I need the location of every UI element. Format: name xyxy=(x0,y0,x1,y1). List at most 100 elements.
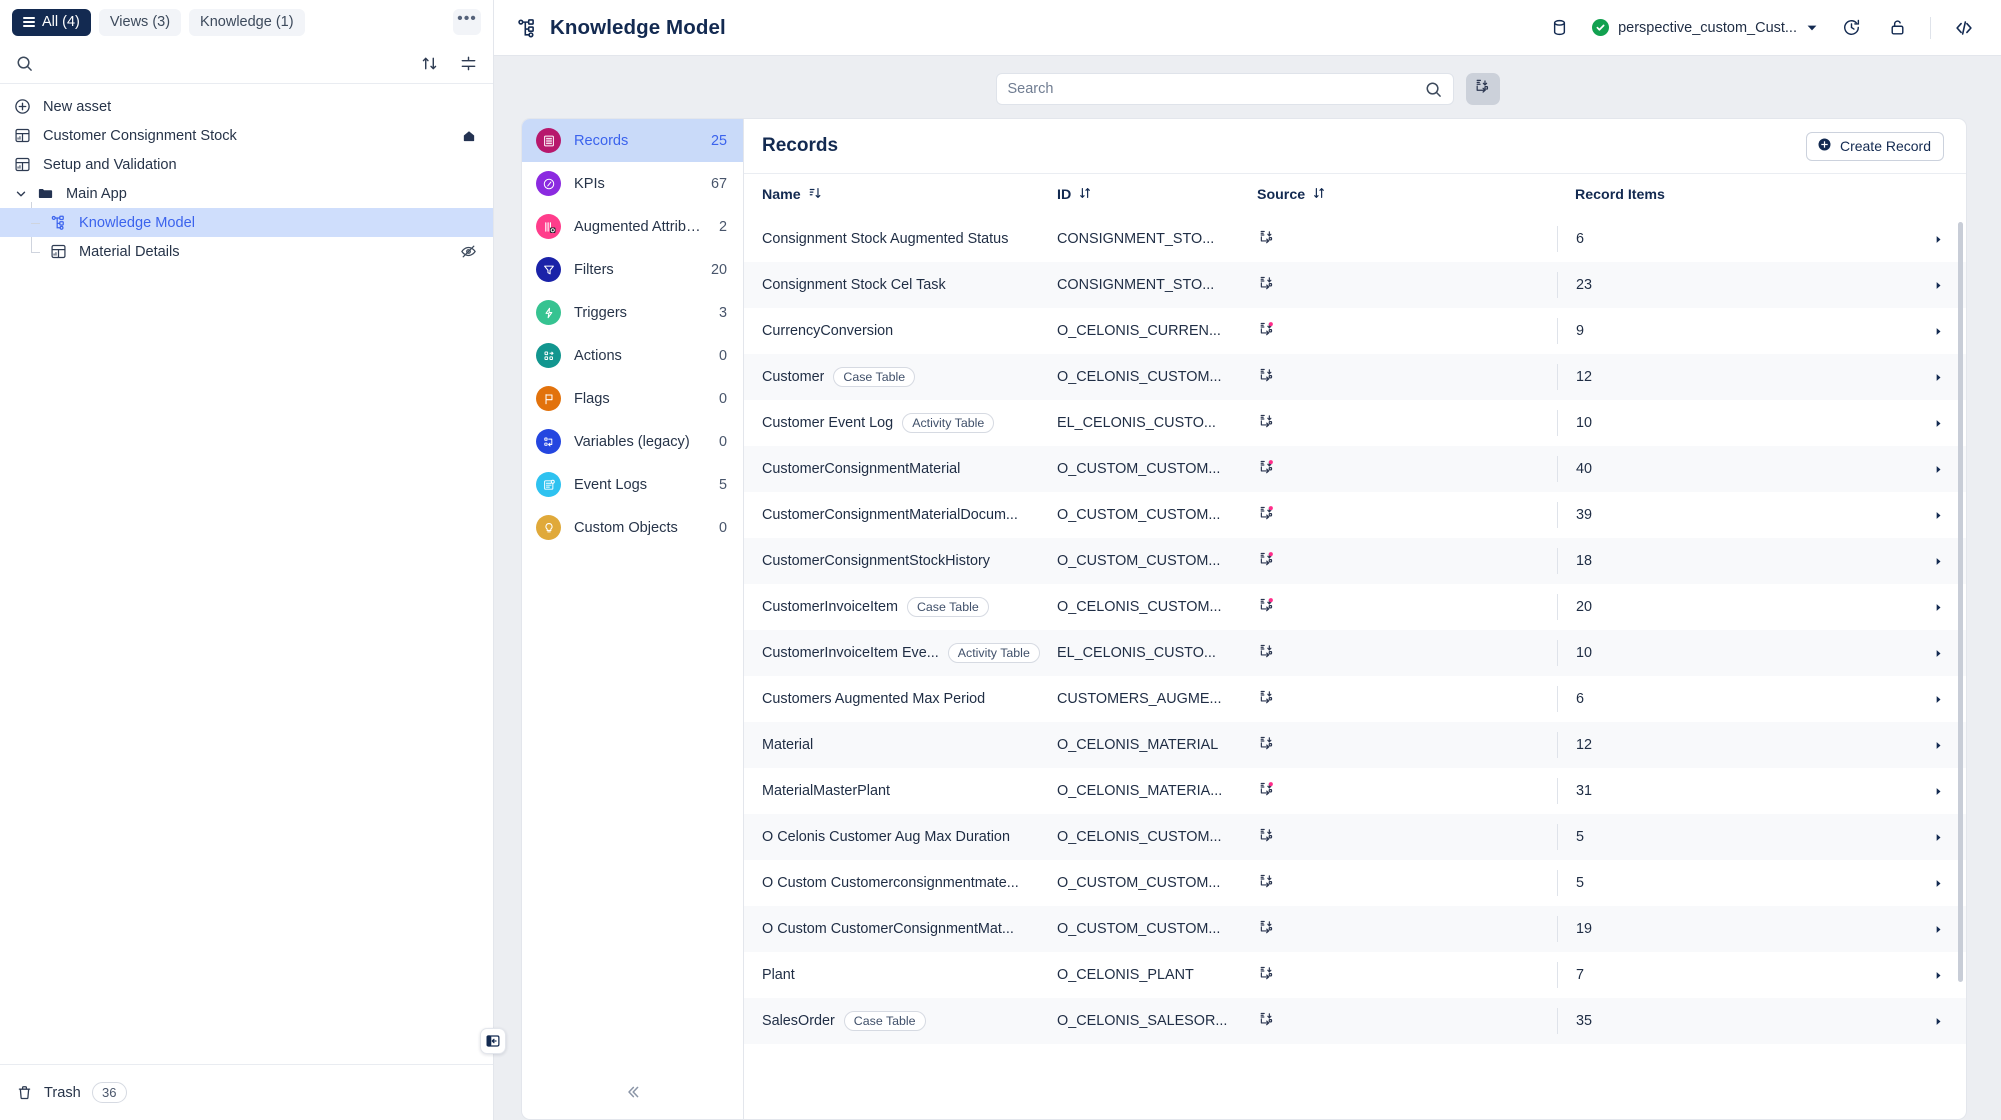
column-source[interactable]: Source xyxy=(1257,186,1557,204)
column-id[interactable]: ID xyxy=(1057,186,1257,204)
table-row[interactable]: CustomerConsignmentMaterial O_CUSTOM_CUS… xyxy=(744,446,1966,492)
category-flags[interactable]: Flags 0 xyxy=(522,377,743,420)
category-triggers[interactable]: Triggers 3 xyxy=(522,291,743,334)
sidebar-item-material-details[interactable]: Material Details xyxy=(0,237,493,266)
category-kpis[interactable]: KPIs 67 xyxy=(522,162,743,205)
search-input[interactable] xyxy=(1007,81,1425,97)
trash-label: Trash xyxy=(44,1084,81,1101)
tab-views[interactable]: Views (3) xyxy=(98,8,182,36)
category-label: Flags xyxy=(574,390,610,407)
sidebar-more-button[interactable]: ••• xyxy=(453,9,481,35)
table-row[interactable]: O Custom CustomerConsignmentMat... O_CUS… xyxy=(744,906,1966,952)
table-row[interactable]: Customer Case Table O_CELONIS_CUSTOM... … xyxy=(744,354,1966,400)
category-variables-legacy[interactable]: Variables (legacy) 0 xyxy=(522,420,743,463)
cell-name: Customers Augmented Max Period xyxy=(762,691,1057,707)
column-record-items: Record Items xyxy=(1557,187,1922,203)
row-expand-icon[interactable] xyxy=(1922,510,1944,521)
table-row[interactable]: Customer Event Log Activity Table EL_CEL… xyxy=(744,400,1966,446)
table-row[interactable]: Plant O_CELONIS_PLANT 7 xyxy=(744,952,1966,998)
row-expand-icon[interactable] xyxy=(1922,1016,1944,1027)
row-expand-icon[interactable] xyxy=(1922,372,1944,383)
category-label: Event Logs xyxy=(574,476,648,493)
row-expand-icon[interactable] xyxy=(1922,924,1944,935)
row-expand-icon[interactable] xyxy=(1922,694,1944,705)
table-body: Consignment Stock Augmented Status CONSI… xyxy=(744,216,1966,1097)
category-actions[interactable]: Actions 0 xyxy=(522,334,743,377)
sort-arrows-icon[interactable] xyxy=(421,55,438,72)
table-row[interactable]: CustomerInvoiceItem Eve... Activity Tabl… xyxy=(744,630,1966,676)
table-row[interactable]: O Celonis Customer Aug Max Duration O_CE… xyxy=(744,814,1966,860)
row-expand-icon[interactable] xyxy=(1922,326,1944,337)
table-row[interactable]: Consignment Stock Cel Task CONSIGNMENT_S… xyxy=(744,262,1966,308)
row-expand-icon[interactable] xyxy=(1922,786,1944,797)
perspective-selector[interactable]: perspective_custom_Cust... xyxy=(1588,19,1822,36)
row-expand-icon[interactable] xyxy=(1922,280,1944,291)
home-icon[interactable] xyxy=(461,128,477,144)
table-row[interactable]: CustomerConsignmentMaterialDocum... O_CU… xyxy=(744,492,1966,538)
sort-both-icon[interactable] xyxy=(1078,186,1092,204)
category-label: Augmented Attributes xyxy=(574,218,706,235)
category-event-logs[interactable]: Event Logs 5 xyxy=(522,463,743,506)
table-row[interactable]: CustomerConsignmentStockHistory O_CUSTOM… xyxy=(744,538,1966,584)
trash-item[interactable]: Trash 36 xyxy=(0,1064,493,1120)
tab-knowledge[interactable]: Knowledge (1) xyxy=(189,8,305,36)
sidebar-item-main-app[interactable]: Main App xyxy=(0,179,493,208)
sort-desc-icon[interactable] xyxy=(808,186,822,204)
row-expand-icon[interactable] xyxy=(1922,648,1944,659)
code-brackets-icon[interactable] xyxy=(1947,11,1981,45)
history-clock-icon[interactable] xyxy=(1834,11,1868,45)
row-expand-icon[interactable] xyxy=(1922,556,1944,567)
table-row[interactable]: Customers Augmented Max Period CUSTOMERS… xyxy=(744,676,1966,722)
table-row[interactable]: Material O_CELONIS_MATERIAL 12 xyxy=(744,722,1966,768)
sort-both-icon[interactable] xyxy=(1312,186,1326,204)
record-name: Plant xyxy=(762,967,795,983)
table-row[interactable]: MaterialMasterPlant O_CELONIS_MATERIA...… xyxy=(744,768,1966,814)
tab-all[interactable]: All (4) xyxy=(12,8,91,36)
vertical-scrollbar[interactable] xyxy=(1958,222,1963,982)
filter-lines-icon[interactable] xyxy=(460,55,477,72)
unlock-icon[interactable] xyxy=(1880,11,1914,45)
search-box[interactable] xyxy=(995,73,1454,105)
sidebar-item-customer-consignment-stock[interactable]: Customer Consignment Stock xyxy=(0,121,493,150)
sidebar-item-knowledge-model[interactable]: Knowledge Model xyxy=(0,208,493,237)
hidden-eye-icon[interactable] xyxy=(460,243,477,260)
row-expand-icon[interactable] xyxy=(1922,464,1944,475)
cell-name: O Custom CustomerConsignmentMat... xyxy=(762,921,1057,937)
data-source-button[interactable] xyxy=(1465,73,1500,105)
category-custom-objects[interactable]: Custom Objects 0 xyxy=(522,506,743,549)
database-icon[interactable] xyxy=(1542,11,1576,45)
category-records[interactable]: Records 25 xyxy=(522,119,743,162)
table-link-icon xyxy=(1257,780,1276,803)
sidebar-item-setup-and-validation[interactable]: Setup and Validation xyxy=(0,150,493,179)
row-expand-icon[interactable] xyxy=(1922,234,1944,245)
row-expand-icon[interactable] xyxy=(1922,878,1944,889)
search-icon[interactable] xyxy=(16,55,33,72)
create-record-button[interactable]: Create Record xyxy=(1805,131,1944,161)
table-row[interactable]: CurrencyConversion O_CELONIS_CURREN... 9 xyxy=(744,308,1966,354)
row-expand-icon[interactable] xyxy=(1922,740,1944,751)
sidebar-item-new-asset[interactable]: New asset xyxy=(0,92,493,121)
toolbar-divider xyxy=(1930,16,1931,39)
cell-record-items: 31 xyxy=(1557,778,1922,804)
row-expand-icon[interactable] xyxy=(1922,832,1944,843)
row-expand-icon[interactable] xyxy=(1922,602,1944,613)
row-expand-icon[interactable] xyxy=(1922,418,1944,429)
table-link-icon xyxy=(1257,918,1276,941)
sidebar-collapse-button[interactable] xyxy=(480,1028,506,1054)
table-row[interactable]: CustomerInvoiceItem Case Table O_CELONIS… xyxy=(744,584,1966,630)
table-row[interactable]: Consignment Stock Augmented Status CONSI… xyxy=(744,216,1966,262)
category-label: Filters xyxy=(574,261,614,278)
category-filters[interactable]: Filters 20 xyxy=(522,248,743,291)
category-augmented-attributes[interactable]: Augmented Attributes 2 xyxy=(522,205,743,248)
view-grid-icon xyxy=(14,156,31,173)
table-link-icon xyxy=(1257,872,1276,895)
records-icon xyxy=(536,128,561,153)
table-row[interactable]: SalesOrder Case Table O_CELONIS_SALESOR.… xyxy=(744,998,1966,1044)
column-name[interactable]: Name xyxy=(762,186,1057,204)
table-row[interactable]: O Custom Customerconsignmentmate... O_CU… xyxy=(744,860,1966,906)
row-expand-icon[interactable] xyxy=(1922,970,1944,981)
search-icon[interactable] xyxy=(1425,81,1442,98)
cell-name: CustomerInvoiceItem Case Table xyxy=(762,597,1057,617)
chevron-down-icon[interactable] xyxy=(14,187,28,201)
category-collapse-button[interactable] xyxy=(522,1065,743,1119)
